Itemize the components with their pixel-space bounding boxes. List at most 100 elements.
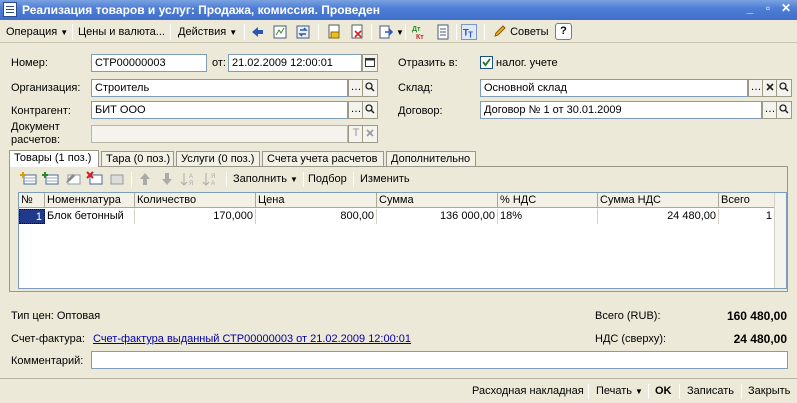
column-header-vat-rate[interactable]: % НДС — [498, 193, 598, 208]
vat-rate-cell[interactable]: 18% — [498, 209, 598, 224]
toolbar-separator — [353, 172, 354, 187]
close-button[interactable]: Закрыть — [748, 383, 790, 400]
tab-settlement-accounts[interactable]: Счета учета расчетов — [262, 151, 384, 167]
close-icon[interactable]: ✕ — [778, 2, 794, 17]
text-format-icon[interactable]: TT — [461, 24, 477, 40]
toolbar-separator — [303, 172, 304, 187]
save-button[interactable]: Записать — [687, 383, 734, 400]
date-field[interactable]: 21.02.2009 12:00:01 — [228, 54, 362, 72]
row-number-cell[interactable]: 1 — [19, 209, 45, 224]
fill-label: Заполнить — [233, 173, 288, 185]
quantity-cell[interactable]: 170,000 — [135, 209, 256, 224]
tab-containers[interactable]: Тара (0 поз.) — [101, 151, 174, 167]
toolbar-separator — [244, 24, 245, 40]
clear-x-icon — [766, 83, 774, 91]
settlement-doc-field[interactable] — [91, 125, 348, 143]
journal-icon[interactable] — [272, 24, 288, 40]
minimize-icon[interactable]: _ — [742, 2, 758, 17]
copy-row-icon[interactable] — [42, 171, 60, 187]
organization-open-button[interactable] — [362, 79, 378, 97]
window-title: Реализация товаров и услуг: Продажа, ком… — [22, 3, 380, 17]
contractor-open-button[interactable] — [362, 101, 378, 119]
ok-button[interactable]: OK — [655, 383, 672, 400]
print-menu-button[interactable]: Печать ▼ — [596, 383, 643, 400]
document-structure-icon[interactable] — [435, 24, 451, 40]
clear-x-icon — [366, 129, 374, 137]
invoice-link[interactable]: Счет-фактура выданный СТР00000003 от 21.… — [93, 333, 411, 345]
move-up-icon[interactable] — [136, 171, 154, 187]
table-row[interactable]: 1 Блок бетонный 170,000 800,00 136 000,0… — [19, 209, 786, 224]
delete-row-icon[interactable] — [86, 171, 104, 187]
column-header-number[interactable]: № — [19, 193, 45, 208]
warehouse-open-button[interactable] — [776, 79, 792, 97]
post-document-icon[interactable] — [326, 24, 342, 40]
enter-based-on-icon[interactable] — [378, 24, 394, 40]
column-header-vat-sum[interactable]: Сумма НДС — [598, 193, 719, 208]
warehouse-field[interactable]: Основной склад — [480, 79, 748, 97]
total-cell[interactable]: 1 — [719, 209, 775, 224]
column-header-total[interactable]: Всего — [719, 193, 775, 208]
change-button[interactable]: Изменить — [360, 172, 410, 186]
number-label: Номер: — [11, 57, 48, 69]
tab-additional[interactable]: Дополнительно — [386, 151, 476, 167]
actions-menu-button[interactable]: Действия ▼ — [175, 23, 240, 41]
vat-sum-cell[interactable]: 24 480,00 — [598, 209, 719, 224]
sort-ascending-icon[interactable]: AЯ — [180, 171, 198, 187]
magnifier-icon — [365, 82, 375, 92]
dropdown-arrow-icon: ▼ — [60, 28, 69, 37]
organization-field[interactable]: Строитель — [91, 79, 348, 97]
selection-button[interactable]: Подбор — [308, 172, 347, 186]
unpost-document-icon[interactable] — [349, 24, 365, 40]
column-header-price[interactable]: Цена — [256, 193, 377, 208]
comment-field[interactable] — [91, 351, 788, 369]
column-header-quantity[interactable]: Количество — [135, 193, 256, 208]
number-field[interactable]: СТР00000003 — [91, 54, 207, 72]
tips-button[interactable]: Советы — [490, 23, 552, 41]
enter-based-on-dropdown[interactable]: ▼ — [393, 23, 404, 41]
contract-open-button[interactable] — [776, 101, 792, 119]
svg-text:A: A — [211, 181, 215, 187]
organization-label: Организация: — [11, 82, 81, 94]
contract-label: Договор: — [398, 105, 443, 117]
maximize-icon[interactable]: ▫ — [760, 2, 776, 17]
debit-credit-icon[interactable]: ДтКт — [411, 24, 427, 40]
operation-menu-button[interactable]: Операция ▼ — [3, 23, 71, 41]
goods-table[interactable]: № Номенклатура Количество Цена Сумма % Н… — [18, 192, 787, 289]
svg-text:Кт: Кт — [416, 34, 424, 40]
move-down-icon[interactable] — [158, 171, 176, 187]
calendar-icon — [365, 58, 375, 67]
table-toolbar: AЯ ЯA Заполнить ▼ Подбор Изменить — [10, 169, 787, 189]
toolbar-separator — [456, 24, 457, 40]
sort-descending-icon[interactable]: ЯA — [202, 171, 220, 187]
edit-row-icon[interactable] — [64, 171, 82, 187]
title-bar[interactable]: Реализация товаров и услуг: Продажа, ком… — [0, 0, 797, 20]
settlement-doc-clear-button[interactable] — [362, 125, 378, 143]
bottom-separator — [648, 384, 649, 399]
nomenclature-cell[interactable]: Блок бетонный — [45, 209, 135, 224]
contract-field[interactable]: Договор № 1 от 30.01.2009 — [480, 101, 762, 119]
fill-menu-button[interactable]: Заполнить ▼ — [233, 172, 298, 187]
tax-accounting-checkbox[interactable] — [480, 56, 493, 69]
tab-services[interactable]: Услуги (0 поз.) — [176, 151, 260, 167]
column-header-nomenclature[interactable]: Номенклатура — [45, 193, 135, 208]
column-header-sum[interactable]: Сумма — [377, 193, 498, 208]
sum-cell[interactable]: 136 000,00 — [377, 209, 498, 224]
prices-currency-button[interactable]: Цены и валюта... — [75, 23, 168, 41]
help-button[interactable]: ? — [555, 23, 572, 40]
dropdown-arrow-icon: ▼ — [635, 387, 643, 396]
add-row-icon[interactable] — [20, 171, 38, 187]
end-edit-icon[interactable] — [108, 171, 126, 187]
tab-goods[interactable]: Товары (1 поз.) — [9, 150, 99, 167]
contractor-field[interactable]: БИТ ООО — [91, 101, 348, 119]
toolbar-separator — [131, 172, 132, 187]
tips-label: Советы — [510, 26, 549, 38]
refresh-icon[interactable] — [295, 24, 311, 40]
go-back-icon[interactable] — [249, 24, 265, 40]
price-cell[interactable]: 800,00 — [256, 209, 377, 224]
dropdown-arrow-icon: ▼ — [396, 28, 404, 37]
waybill-button[interactable]: Расходная накладная — [472, 383, 584, 400]
bottom-separator — [741, 384, 742, 399]
bottom-separator — [588, 384, 589, 399]
calendar-button[interactable] — [362, 54, 378, 72]
table-vertical-scrollbar[interactable] — [774, 193, 786, 288]
